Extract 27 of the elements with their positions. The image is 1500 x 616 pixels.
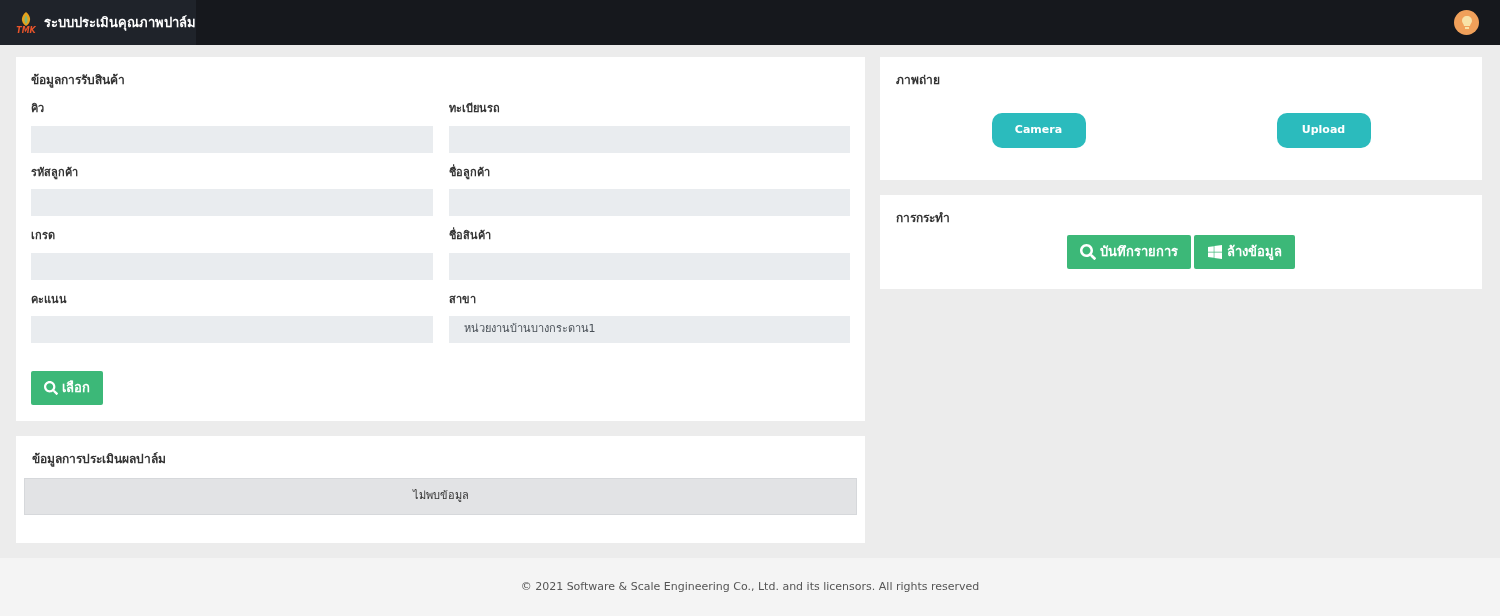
card-title: ข้อมูลการประเมินผลปาล์ม	[31, 451, 167, 468]
card-title: ข้อมูลการรับสินค้า	[31, 72, 126, 89]
logo-text: TMK	[16, 26, 36, 35]
app-title: ระบบประเมินคุณภาพปาล์ม	[44, 13, 196, 33]
user-avatar[interactable]	[1454, 10, 1479, 35]
copyright-text: © 2021 Software & Scale Engineering Co., Ltd. and its licensors. All rights reserved	[520, 578, 980, 595]
field-label: คิว	[31, 101, 45, 117]
field-label: สาขา	[448, 291, 477, 308]
card-title: ภาพถ่าย	[896, 72, 941, 89]
field-label: ชื่อสินค้า	[448, 228, 492, 244]
search-icon	[44, 381, 58, 395]
field-label: คะแนน	[31, 291, 68, 308]
windows-icon	[1207, 244, 1223, 260]
input-field[interactable]: หน่วยงานบ้านบางกระดาน1	[448, 316, 850, 343]
search-icon	[1080, 244, 1096, 260]
action-button[interactable]: บันทึกรายการ	[1067, 235, 1191, 269]
select-button[interactable]: เลือก	[31, 371, 103, 405]
field-label: เกรด	[31, 228, 56, 244]
field-label: รหัสลูกค้า	[31, 164, 79, 181]
action-button[interactable]: ล้างข้อมูล	[1194, 235, 1295, 269]
empty-message: ไม่พบข้อมูล	[24, 478, 857, 515]
field-label: ทะเบียนรถ	[448, 101, 501, 117]
lightbulb-icon	[1461, 15, 1472, 30]
photo-button[interactable]: Camera	[991, 113, 1086, 148]
photo-button[interactable]: Upload	[1276, 113, 1371, 148]
card-title: การกระทำ	[896, 210, 951, 227]
field-label: ชื่อลูกค้า	[448, 164, 491, 181]
